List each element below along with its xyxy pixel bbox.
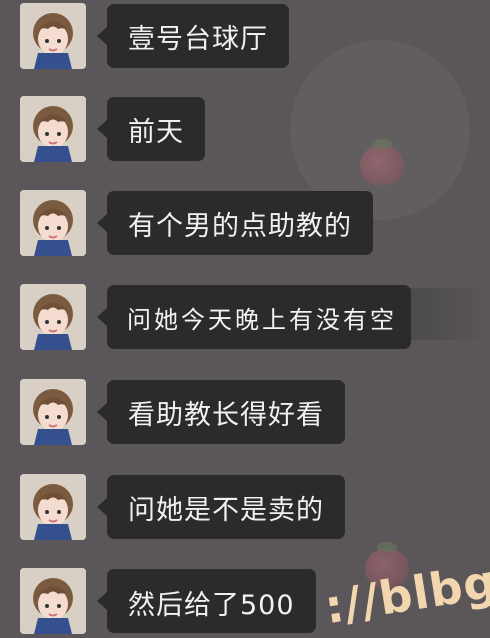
avatar[interactable] — [20, 96, 86, 162]
avatar[interactable] — [20, 3, 86, 69]
chat-message: 壹号台球厅 — [20, 3, 480, 73]
message-bubble[interactable]: 有个男的点助教的 — [97, 191, 373, 255]
anime-avatar-icon — [20, 568, 86, 634]
chat-message: 看助教长得好看 — [20, 379, 480, 449]
anime-avatar-icon — [20, 96, 86, 162]
avatar[interactable] — [20, 474, 86, 540]
message-text: 问她是不是卖的 — [128, 494, 324, 526]
anime-avatar-icon — [20, 379, 86, 445]
message-bubble[interactable]: 前天 — [97, 97, 205, 161]
message-text: 问她今天晚上有没有空 — [127, 305, 397, 334]
message-text: 然后给了500 — [128, 590, 295, 621]
message-bubble[interactable]: 问她是不是卖的 — [97, 475, 345, 539]
message-bubble[interactable]: 壹号台球厅 — [97, 4, 289, 68]
message-bubble[interactable]: 问她今天晚上有没有空 — [97, 285, 411, 349]
message-bubble[interactable]: 然后给了500 — [97, 569, 316, 633]
avatar[interactable] — [20, 190, 86, 256]
message-text: 看助教长得好看 — [128, 399, 324, 431]
anime-avatar-icon — [20, 284, 86, 350]
anime-avatar-icon — [20, 3, 86, 69]
anime-avatar-icon — [20, 190, 86, 256]
chat-message: 有个男的点助教的 — [20, 190, 480, 260]
avatar[interactable] — [20, 284, 86, 350]
avatar[interactable] — [20, 568, 86, 634]
message-bubble[interactable]: 看助教长得好看 — [97, 380, 345, 444]
message-text: 壹号台球厅 — [128, 23, 268, 55]
chat-message: 问她今天晚上有没有空 — [20, 284, 480, 354]
avatar[interactable] — [20, 379, 86, 445]
message-text: 前天 — [128, 116, 184, 148]
anime-avatar-icon — [20, 474, 86, 540]
message-text: 有个男的点助教的 — [128, 210, 352, 242]
chat-message: 前天 — [20, 96, 480, 166]
chat-message: 问她是不是卖的 — [20, 474, 480, 544]
chat-list[interactable]: 壹号台球厅 前天 有个男的点助教的 问她今天晚上有没有空 看助教长得好看 问她是… — [0, 0, 490, 634]
